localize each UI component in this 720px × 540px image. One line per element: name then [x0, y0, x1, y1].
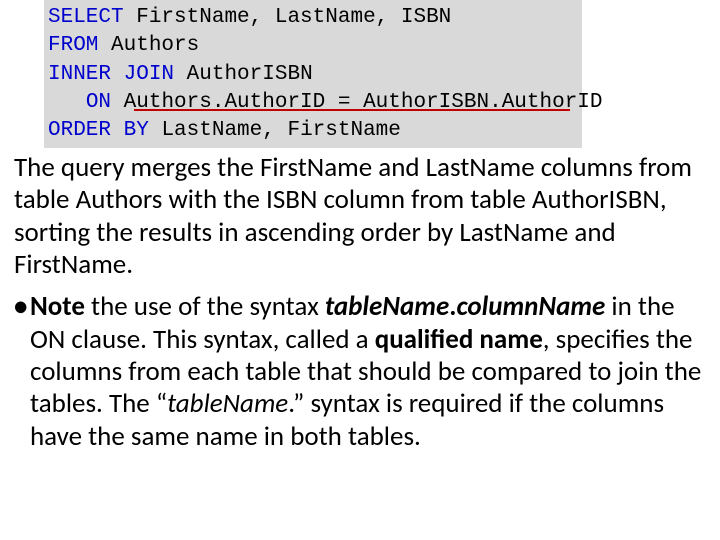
code-line-3: INNER JOIN AuthorISBN: [48, 61, 578, 89]
red-underline: [134, 109, 570, 111]
keyword-from: FROM: [48, 34, 98, 57]
code-line-5: ORDER BY LastName, FirstName: [48, 117, 578, 145]
column-name-em: columnName: [456, 290, 605, 323]
code-text: Authors: [98, 34, 199, 57]
code-line-1: SELECT FirstName, LastName, ISBN: [48, 4, 578, 32]
paragraph-1: The query merges the FirstName and LastN…: [14, 152, 710, 282]
keyword-order: ORDER: [48, 119, 111, 142]
qualified-name-em: qualified name: [375, 323, 543, 356]
code-line-2: FROM Authors: [48, 32, 578, 60]
keyword-on: ON: [86, 91, 111, 114]
code-text: AuthorISBN: [174, 63, 313, 86]
keyword-by: BY: [124, 119, 149, 142]
explanation-text: The query merges the FirstName and LastN…: [14, 152, 710, 454]
sql-code-block: SELECT FirstName, LastName, ISBN FROM Au…: [44, 0, 582, 148]
keyword-select: SELECT: [48, 6, 124, 29]
code-text: FirstName, LastName, ISBN: [124, 6, 452, 29]
keyword-inner: INNER: [48, 63, 111, 86]
table-name-italic: tableName: [167, 387, 288, 420]
code-line-4: ON Authors.AuthorID = AuthorISBN.AuthorI…: [48, 89, 578, 117]
bullet-mark: •: [14, 291, 30, 453]
note-bullet: • Note the use of the syntax tableName.c…: [14, 291, 710, 453]
keyword-join: JOIN: [124, 63, 174, 86]
table-name-em: tableName: [325, 290, 449, 323]
code-text: LastName, FirstName: [149, 119, 401, 142]
note-lead: Note: [30, 290, 85, 323]
note-text: Note the use of the syntax tableName.col…: [30, 291, 710, 453]
